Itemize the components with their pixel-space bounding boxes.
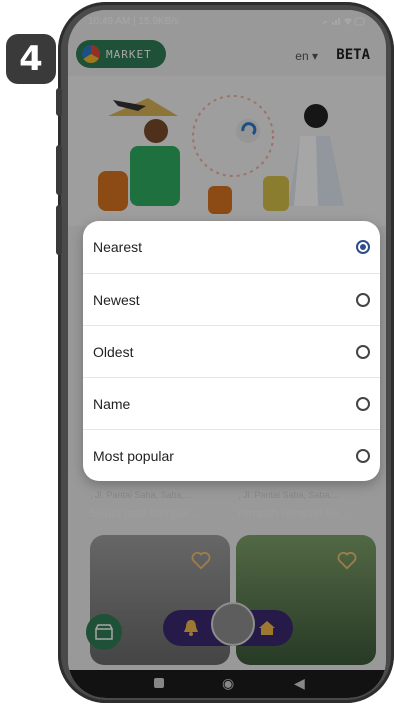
sort-option-label: Most popular: [93, 448, 174, 464]
radio-selected-icon[interactable]: [356, 240, 370, 254]
radio-unselected-icon[interactable]: [356, 293, 370, 307]
sort-options-dialog: Nearest Newest Oldest Name Most popular: [83, 221, 380, 481]
sort-option-oldest[interactable]: Oldest: [83, 325, 380, 378]
phone-volume-down-button: [56, 145, 62, 195]
phone-volume-up-button: [56, 88, 62, 116]
sort-option-label: Name: [93, 396, 131, 412]
radio-unselected-icon[interactable]: [356, 397, 370, 411]
radio-unselected-icon[interactable]: [356, 449, 370, 463]
sort-option-label: Newest: [93, 292, 140, 308]
step-number-badge: 4: [6, 34, 56, 84]
radio-unselected-icon[interactable]: [356, 345, 370, 359]
sort-option-most-popular[interactable]: Most popular: [83, 429, 380, 481]
sort-option-newest[interactable]: Newest: [83, 273, 380, 326]
sort-option-name[interactable]: Name: [83, 377, 380, 430]
sort-option-label: Nearest: [93, 239, 143, 255]
phone-power-button: [56, 205, 62, 255]
sort-option-nearest[interactable]: Nearest: [83, 221, 380, 273]
sort-option-label: Oldest: [93, 344, 134, 360]
